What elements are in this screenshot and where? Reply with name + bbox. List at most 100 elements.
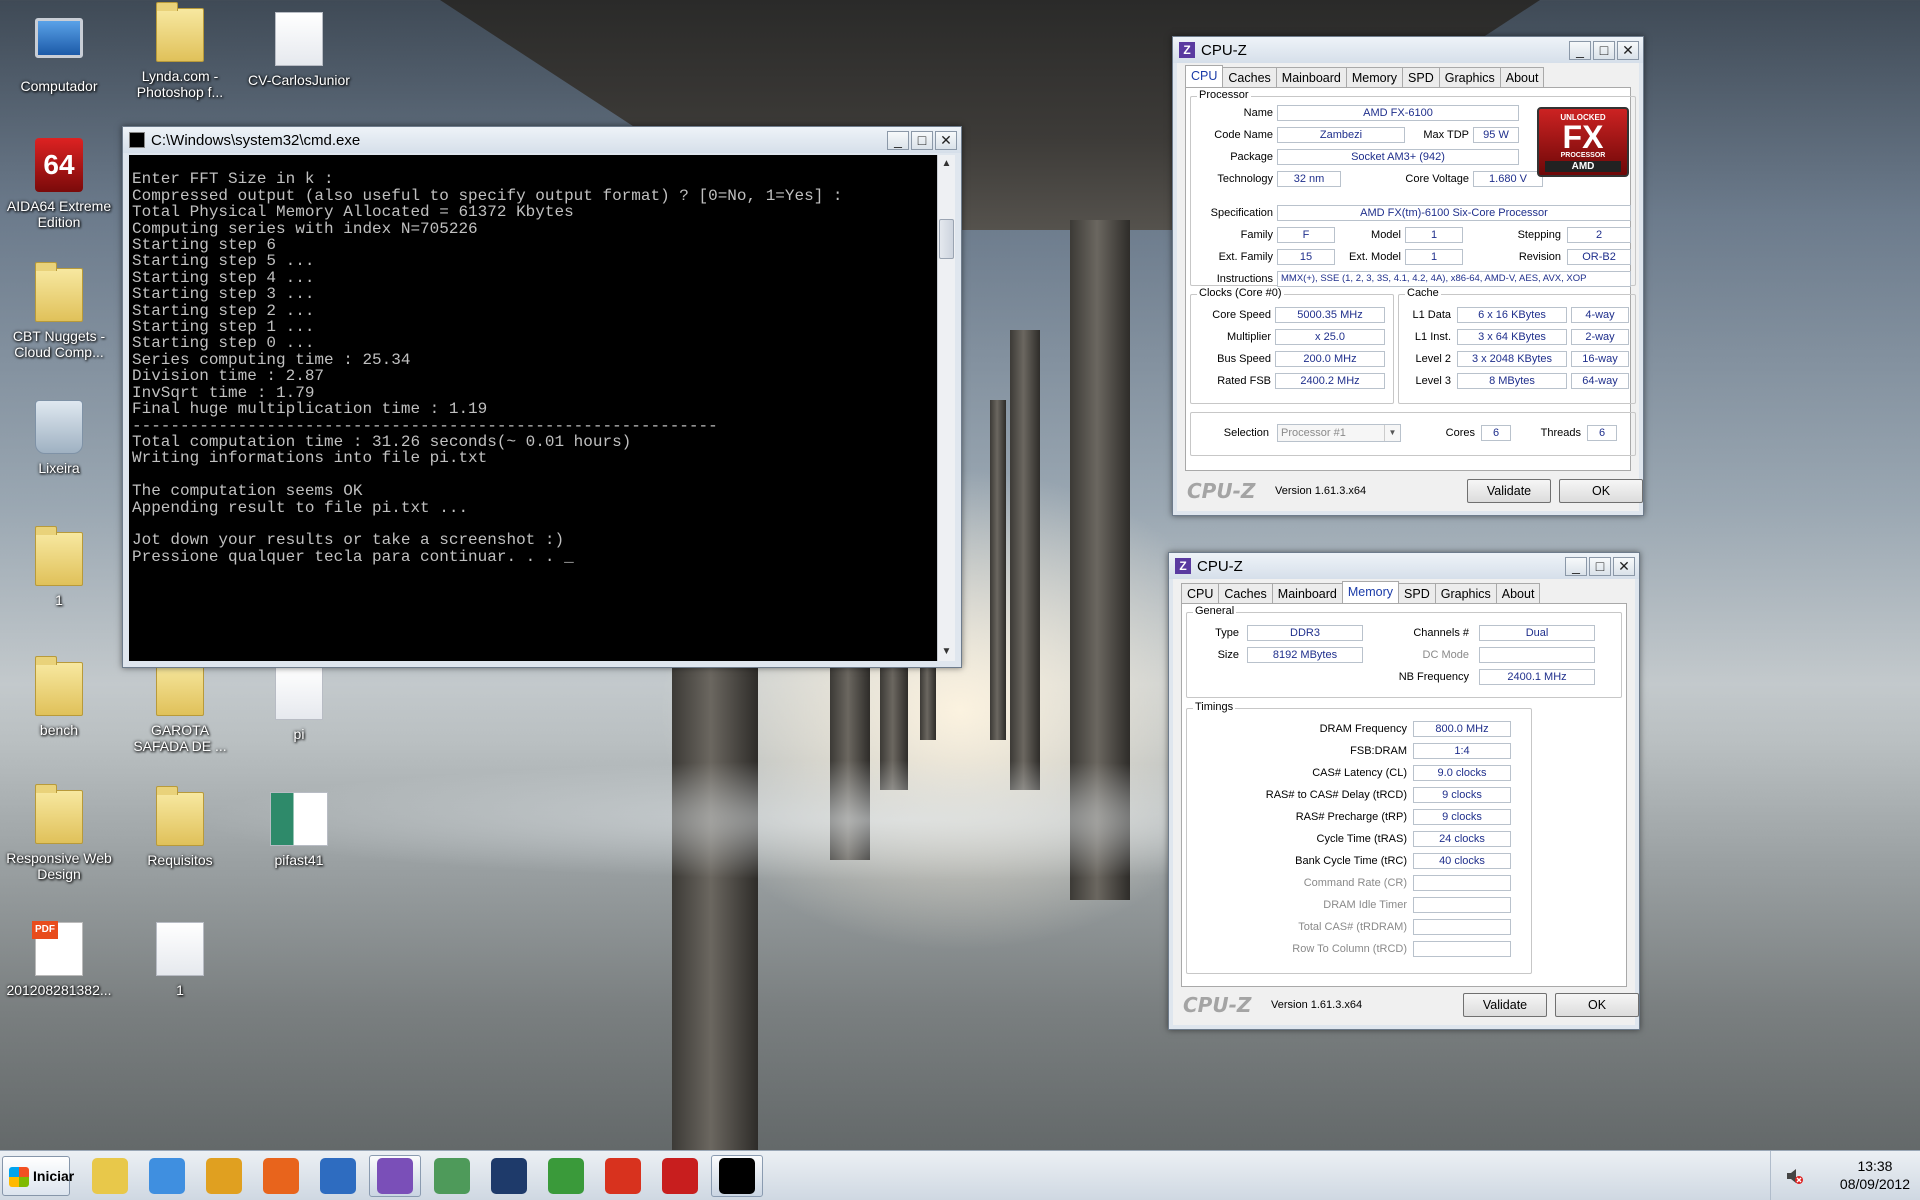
threads-value: 6: [1587, 425, 1617, 441]
console-line: Computing series with index N=705226: [132, 219, 478, 238]
validate-button[interactable]: Validate: [1463, 993, 1547, 1017]
cache-group: Cache L1 Data 6 x 16 KBytes 4-way L1 Ins…: [1398, 287, 1636, 404]
folder-icon: [35, 784, 83, 844]
application-icon: [270, 792, 328, 846]
taskbar-item[interactable]: [369, 1155, 421, 1197]
timing-value: 800.0 MHz: [1413, 721, 1511, 737]
close-button[interactable]: ✕: [1613, 556, 1635, 576]
cpu-tab-panel: Processor Name AMD FX-6100 Code Name Zam…: [1185, 87, 1636, 471]
desktop-icon-lynda[interactable]: Lynda.com - Photoshop f...: [125, 2, 235, 100]
desktop-icon-cbt[interactable]: CBT Nuggets - Cloud Comp...: [4, 262, 114, 360]
console-line: Total computation time : 31.26 seconds(~…: [132, 432, 632, 451]
clock-time: 13:38: [1857, 1158, 1893, 1174]
taskbar-item[interactable]: [597, 1155, 649, 1197]
model-value: 1: [1405, 227, 1463, 243]
version-text: Version 1.61.3.x64: [1271, 999, 1363, 1011]
desktop-icon-cv[interactable]: CV-CarlosJunior: [244, 12, 354, 88]
csharp-icon: [548, 1158, 584, 1194]
tab-caches[interactable]: Caches: [1222, 67, 1277, 87]
desktop-icon-lixeira[interactable]: Lixeira: [4, 400, 114, 476]
ok-button[interactable]: OK: [1559, 479, 1643, 503]
tab-memory[interactable]: Memory: [1341, 581, 1400, 603]
desktop-icon-requisitos[interactable]: Requisitos: [125, 786, 235, 868]
taskbar-item[interactable]: [711, 1155, 763, 1197]
scroll-up-arrow-icon[interactable]: ▲: [938, 155, 955, 173]
minimize-button[interactable]: _: [887, 130, 909, 150]
maximize-button[interactable]: □: [1593, 40, 1615, 60]
processor-select[interactable]: Processor #1 ▼: [1277, 424, 1401, 442]
cpuz-titlebar[interactable]: Z CPU-Z _ □ ✕: [1173, 37, 1643, 63]
cpuz-titlebar[interactable]: Z CPU-Z _ □ ✕: [1169, 553, 1639, 579]
timing-value: 1:4: [1413, 743, 1511, 759]
cpuz-cpu-window[interactable]: Z CPU-Z _ □ ✕ CPU Caches Mainboard Memor…: [1172, 36, 1644, 516]
taskbar-item[interactable]: [141, 1155, 193, 1197]
close-button[interactable]: ✕: [1617, 40, 1639, 60]
taskbar-item[interactable]: [84, 1155, 136, 1197]
taskbar-item[interactable]: [426, 1155, 478, 1197]
desktop-icon-pi[interactable]: pi: [244, 666, 354, 742]
tab-cpu[interactable]: CPU: [1185, 65, 1224, 87]
tab-spd[interactable]: SPD: [1402, 67, 1440, 87]
scroll-thumb[interactable]: [939, 219, 954, 259]
tab-about[interactable]: About: [1499, 67, 1545, 87]
volume-muted-icon[interactable]: [1785, 1167, 1803, 1185]
corespeed-label: Core Speed: [1212, 309, 1271, 321]
cpuz-icon: Z: [1175, 558, 1191, 574]
family-label: Family: [1240, 229, 1273, 241]
desktop-icon-bench[interactable]: bench: [4, 656, 114, 738]
tab-mainboard[interactable]: Mainboard: [1275, 67, 1347, 87]
console-output[interactable]: Enter FFT Size in k : Compressed output (…: [129, 155, 937, 661]
tab-mainboard[interactable]: Mainboard: [1271, 583, 1343, 603]
desktop-icon-pdf[interactable]: PDF 201208281382...: [4, 921, 114, 998]
taskbar-item[interactable]: [312, 1155, 364, 1197]
taskbar-item[interactable]: [255, 1155, 307, 1197]
tab-spd[interactable]: SPD: [1398, 583, 1436, 603]
tab-cpu[interactable]: CPU: [1181, 583, 1220, 603]
tab-graphics[interactable]: Graphics: [1434, 583, 1497, 603]
minimize-button[interactable]: _: [1565, 556, 1587, 576]
desktop-icon-garota[interactable]: GAROTA SAFADA DE ...: [125, 656, 235, 754]
cmd-window[interactable]: C:\Windows\system32\cmd.exe _ □ ✕ Enter …: [122, 126, 962, 668]
desktop-icon-pifast41[interactable]: pifast41: [244, 792, 354, 868]
package-label: Package: [1230, 151, 1273, 163]
desktop-icon-computador[interactable]: Computador: [4, 12, 114, 94]
tab-about[interactable]: About: [1495, 583, 1541, 603]
name-value: AMD FX-6100: [1277, 105, 1519, 121]
threads-label: Threads: [1540, 427, 1581, 439]
maximize-button[interactable]: □: [1589, 556, 1611, 576]
vertical-scrollbar[interactable]: ▲ ▼: [937, 155, 955, 661]
cores-label: Cores: [1445, 427, 1475, 439]
start-button[interactable]: Iniciar: [2, 1156, 74, 1196]
extmodel-value: 1: [1405, 249, 1463, 265]
close-button[interactable]: ✕: [935, 130, 957, 150]
scroll-down-arrow-icon[interactable]: ▼: [938, 643, 955, 661]
taskbar-item[interactable]: [540, 1155, 592, 1197]
desktop-icon-label: 201208281382...: [6, 982, 112, 998]
clock[interactable]: 13:38 08/09/2012: [1840, 1157, 1910, 1193]
tab-caches[interactable]: Caches: [1218, 583, 1273, 603]
ok-button[interactable]: OK: [1555, 993, 1639, 1017]
stepping-value: 2: [1567, 227, 1631, 243]
minimize-button[interactable]: _: [1569, 40, 1591, 60]
type-value: DDR3: [1247, 625, 1363, 641]
taskbar-item[interactable]: [654, 1155, 706, 1197]
l3-label: Level 3: [1415, 375, 1451, 387]
cpuz-memory-window[interactable]: Z CPU-Z _ □ ✕ CPU Caches Mainboard Memor…: [1168, 552, 1640, 1030]
technology-label: Technology: [1217, 173, 1273, 185]
desktop-icon-aida64[interactable]: 64 AIDA64 Extreme Edition: [4, 138, 114, 230]
clock-date: 08/09/2012: [1839, 1176, 1910, 1192]
desktop-icon-file-1[interactable]: 1: [125, 922, 235, 998]
taskbar-item[interactable]: [198, 1155, 250, 1197]
desktop-icon-responsive[interactable]: Responsive Web Design: [4, 784, 114, 882]
cmd-titlebar[interactable]: C:\Windows\system32\cmd.exe _ □ ✕: [123, 127, 961, 153]
taskbar-item[interactable]: [483, 1155, 535, 1197]
maximize-button[interactable]: □: [911, 130, 933, 150]
tab-memory[interactable]: Memory: [1345, 67, 1404, 87]
console-line: Appending result to file pi.txt ...: [132, 498, 469, 517]
tab-graphics[interactable]: Graphics: [1438, 67, 1501, 87]
console-line: Starting step 0 ...: [132, 334, 315, 353]
validate-button[interactable]: Validate: [1467, 479, 1551, 503]
desktop-icon-folder-1[interactable]: 1: [4, 526, 114, 608]
desktop-icon-label: bench: [39, 722, 79, 738]
l1d-way-value: 4-way: [1571, 307, 1629, 323]
